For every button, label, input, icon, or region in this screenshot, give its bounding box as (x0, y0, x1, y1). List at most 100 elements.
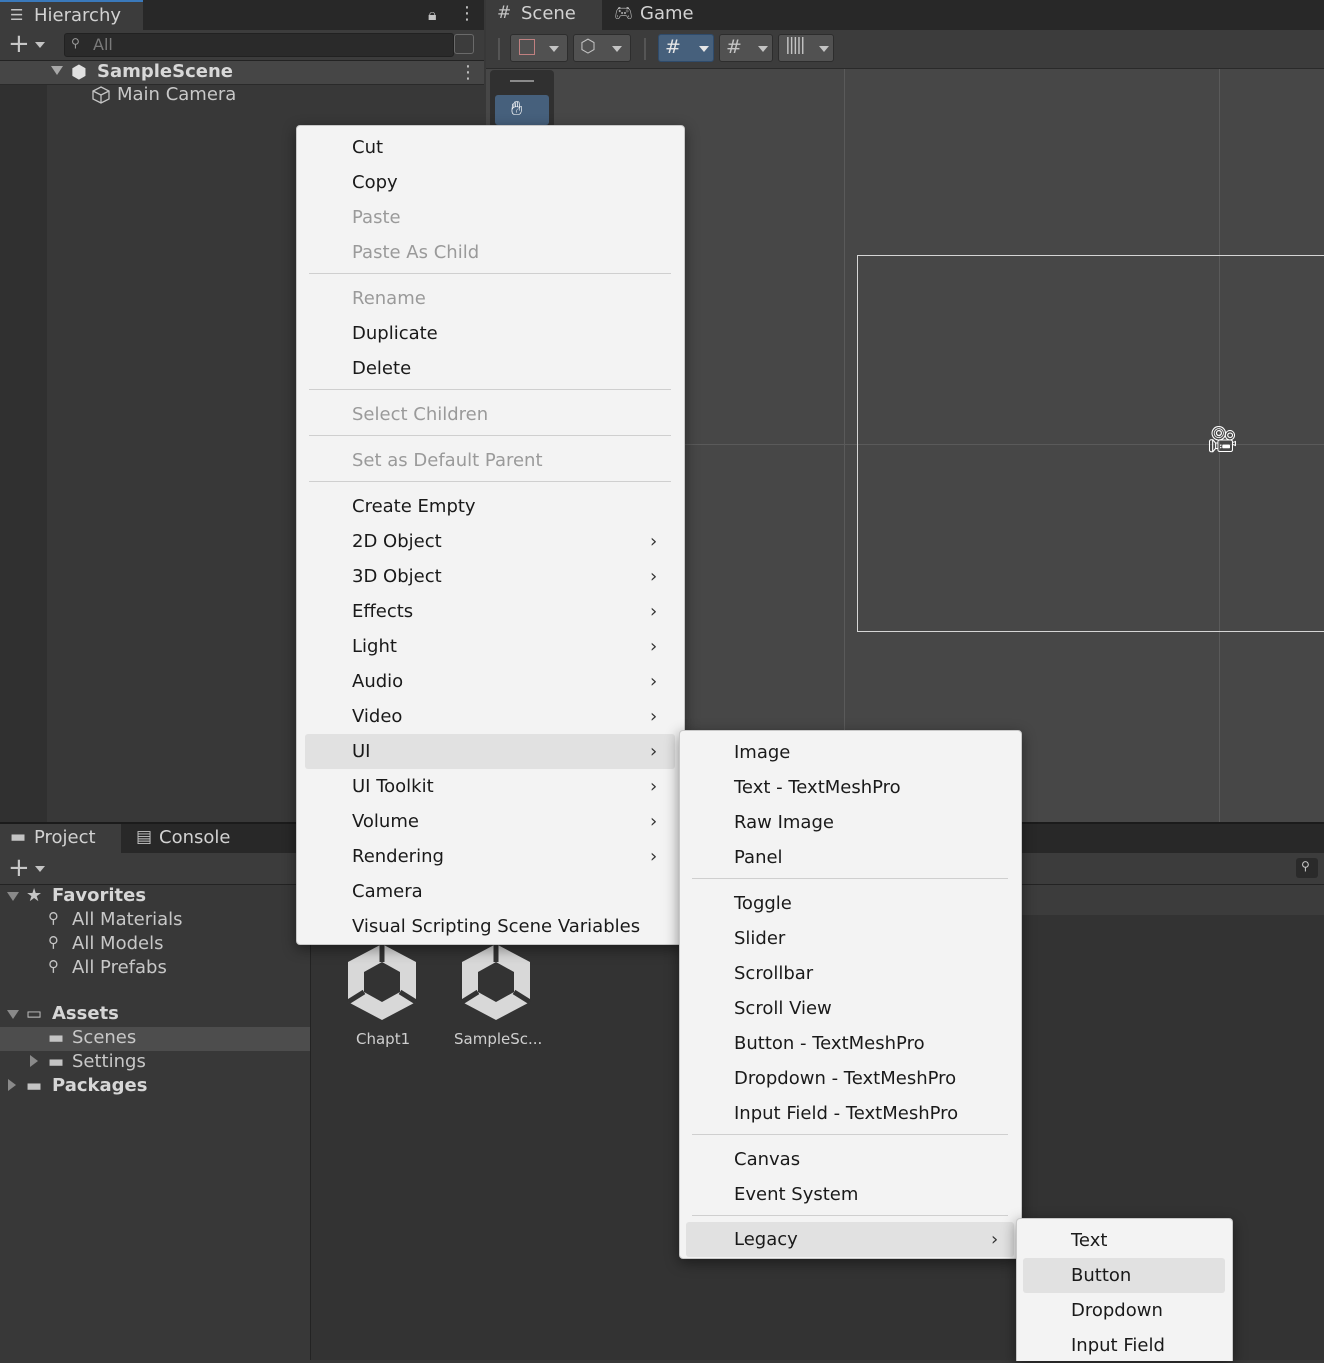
hand-icon: ✋︎ (511, 96, 523, 120)
chevron-right-icon: › (650, 566, 658, 587)
folder-icon: ▬ (10, 827, 27, 847)
chevron-right-icon: › (650, 706, 658, 727)
grid-hash-icon: # (497, 3, 512, 23)
menu-item-audio[interactable]: Audio › (305, 664, 675, 699)
menu-item-volume[interactable]: Volume › (305, 804, 675, 839)
chevron-right-icon: › (650, 741, 658, 762)
hand-tool-button[interactable]: ✋︎ (495, 95, 549, 125)
search-icon: ⚲ (71, 36, 80, 50)
grid-snap-icon: # (665, 36, 681, 58)
project-search-button[interactable]: ⚲ (1296, 858, 1318, 878)
menu-item-rendering[interactable]: Rendering › (305, 839, 675, 874)
menu-item-legacy-text[interactable]: Text (1023, 1223, 1225, 1258)
asset-scene-samplescene[interactable]: SampleSc... (452, 940, 542, 1050)
menu-item-create-empty[interactable]: Create Empty (305, 489, 675, 524)
menu-item-canvas[interactable]: Canvas (686, 1142, 1014, 1177)
box-icon: ⬡ (580, 36, 596, 57)
add-icon[interactable]: + (8, 31, 30, 57)
menu-separator (692, 1215, 1008, 1216)
settings-expand-icon[interactable] (30, 1055, 38, 1067)
grid-snap-caret-icon (699, 46, 709, 52)
project-tree: ★ Favorites ⚲ All Materials ⚲ All Models… (0, 885, 311, 1360)
scene-row[interactable]: ⬢ SampleScene ⋮ (0, 61, 484, 85)
menu-item-video[interactable]: Video › (305, 699, 675, 734)
tree-row-selected[interactable] (0, 1027, 310, 1051)
create-dropdown-icon[interactable] (35, 866, 45, 872)
hierarchy-search-input[interactable]: ⚲ All (64, 33, 454, 57)
grid-snap-button[interactable]: # (658, 34, 714, 62)
assets-expand-icon[interactable] (7, 1010, 19, 1019)
menu-item-toggle[interactable]: Toggle (686, 886, 1014, 921)
menu-item-ui[interactable]: UI › (305, 734, 675, 769)
menu-item-camera[interactable]: Camera (305, 874, 675, 909)
menu-item-ui-toolkit[interactable]: UI Toolkit › (305, 769, 675, 804)
unity-scene-icon: ⬢ (71, 62, 87, 83)
menu-item-input-field-textmeshpro[interactable]: Input Field - TextMeshPro (686, 1096, 1014, 1131)
tab-console[interactable]: ▤ Console (136, 824, 256, 853)
console-icon: ▤ (136, 827, 153, 847)
lock-icon[interactable]: 🔒︎ (428, 5, 437, 25)
menu-item-cut[interactable]: Cut (305, 130, 675, 165)
draw-mode-caret-icon (549, 46, 559, 52)
menu-item-legacy-input-field[interactable]: Input Field (1023, 1328, 1225, 1363)
menu-item-slider[interactable]: Slider (686, 921, 1014, 956)
favorites-item[interactable]: All Models (72, 933, 163, 954)
tab-project[interactable]: ▬ Project (0, 824, 121, 853)
ruler-button[interactable]: ||||| (778, 34, 834, 62)
menu-item-raw-image[interactable]: Raw Image (686, 805, 1014, 840)
chevron-right-icon: › (650, 776, 658, 797)
expand-triangle-icon[interactable] (51, 66, 63, 75)
menu-item-paste-as-child[interactable]: Paste As Child (305, 235, 675, 270)
menu-item-panel[interactable]: Panel (686, 840, 1014, 875)
scene-name: SampleScene (97, 61, 233, 82)
increment-snap-button[interactable]: # (719, 34, 773, 62)
menu-item-dropdown-textmeshpro[interactable]: Dropdown - TextMeshPro (686, 1061, 1014, 1096)
favorites-item[interactable]: All Materials (72, 909, 183, 930)
scene-search-icon[interactable] (454, 34, 474, 54)
draw-mode-icon (519, 39, 535, 55)
packages-label[interactable]: Packages (52, 1075, 147, 1096)
assets-label[interactable]: Assets (52, 1003, 119, 1024)
menu-item-legacy-button[interactable]: Button (1023, 1258, 1225, 1293)
menu-item-event-system[interactable]: Event System (686, 1177, 1014, 1212)
kebab-menu-icon[interactable]: ⋮ (458, 3, 476, 24)
render-mode-button[interactable]: ⬡ (573, 34, 631, 62)
menu-item-legacy[interactable]: Legacy › (686, 1222, 1014, 1257)
menu-item-effects[interactable]: Effects › (305, 594, 675, 629)
camera-gizmo-icon[interactable]: 🎥︎ (1206, 425, 1239, 455)
create-icon[interactable]: + (8, 855, 30, 881)
add-dropdown-icon[interactable] (35, 42, 45, 48)
asset-scene-chapt1[interactable]: Chapt1 (340, 940, 424, 1050)
favorites-item[interactable]: All Prefabs (72, 957, 167, 978)
menu-item-duplicate[interactable]: Duplicate (305, 316, 675, 351)
favorites-expand-icon[interactable] (7, 892, 19, 901)
menu-item-select-children[interactable]: Select Children (305, 397, 675, 432)
asset-label: SampleSc... (454, 1030, 543, 1048)
menu-item-2d-object[interactable]: 2D Object › (305, 524, 675, 559)
menu-item-light[interactable]: Light › (305, 629, 675, 664)
favorites-label[interactable]: Favorites (52, 885, 146, 906)
scene-toolbar: ⬡ # # ||||| (486, 30, 1324, 69)
menu-item-copy[interactable]: Copy (305, 165, 675, 200)
packages-expand-icon[interactable] (8, 1079, 16, 1091)
tab-scene[interactable]: # Scene (486, 0, 602, 30)
draw-mode-button[interactable] (510, 34, 568, 62)
menu-item-text-textmeshpro[interactable]: Text - TextMeshPro (686, 770, 1014, 805)
search-placeholder: All (93, 35, 113, 54)
scenes-folder-label[interactable]: Scenes (72, 1027, 136, 1048)
menu-item-paste[interactable]: Paste (305, 200, 675, 235)
scene-kebab-icon[interactable]: ⋮ (459, 62, 477, 83)
menu-item-legacy-dropdown[interactable]: Dropdown (1023, 1293, 1225, 1328)
menu-item-visual-scripting-scene-variables[interactable]: Visual Scripting Scene Variables (305, 909, 675, 944)
menu-item-set-default-parent[interactable]: Set as Default Parent (305, 443, 675, 478)
menu-item-button-textmeshpro[interactable]: Button - TextMeshPro (686, 1026, 1014, 1061)
menu-item-scroll-view[interactable]: Scroll View (686, 991, 1014, 1026)
menu-item-rename[interactable]: Rename (305, 281, 675, 316)
menu-item-image[interactable]: Image (686, 735, 1014, 770)
tab-hierarchy[interactable]: ☰ Hierarchy (0, 0, 143, 30)
folder-icon: ▬ (26, 1076, 43, 1096)
menu-item-3d-object[interactable]: 3D Object › (305, 559, 675, 594)
settings-folder-label[interactable]: Settings (72, 1051, 146, 1072)
menu-item-scrollbar[interactable]: Scrollbar (686, 956, 1014, 991)
menu-item-delete[interactable]: Delete (305, 351, 675, 386)
